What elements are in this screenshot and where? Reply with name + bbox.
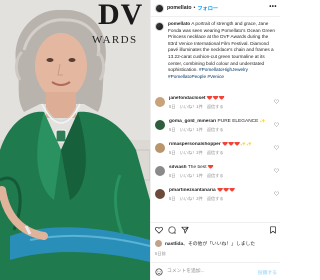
- caption-text-block: pomellato A portrait of strength and gra…: [168, 21, 276, 80]
- commenter-avatar[interactable]: [155, 189, 165, 199]
- comment-username[interactable]: rimaspersonalshopper: [169, 142, 221, 147]
- reply-button[interactable]: 返信する: [207, 104, 224, 109]
- comment-time: 5日: [169, 196, 176, 202]
- comment-username[interactable]: janefondacloset: [169, 96, 206, 101]
- commenter-avatar[interactable]: [155, 143, 165, 153]
- post-photo[interactable]: DV WARDS: [0, 0, 150, 280]
- commenter-avatar[interactable]: [155, 120, 165, 130]
- reply-button[interactable]: 返信する: [207, 196, 224, 201]
- comment-username[interactable]: goma_gold_minerari: [169, 119, 216, 124]
- backdrop-text: WARDS: [92, 34, 138, 46]
- follow-button[interactable]: フォロー: [197, 5, 218, 12]
- header-username[interactable]: pomellato: [167, 5, 192, 11]
- heart-outline-icon[interactable]: [155, 226, 163, 234]
- comment-text: ❤️❤️❤️✨✨: [222, 142, 252, 147]
- comment-likes[interactable]: いいね！1件: [180, 104, 203, 109]
- post-side-panel: pomellato • フォロー ••• pomellato A portrai…: [150, 0, 280, 280]
- comment-likes[interactable]: いいね！1件: [180, 173, 203, 178]
- caption-avatar[interactable]: [155, 22, 164, 31]
- comment-time: 5日: [169, 173, 176, 179]
- comment-text: ❤️❤️❤️: [217, 188, 235, 193]
- add-comment-bar: 投稿する: [151, 262, 280, 280]
- more-horizontal-icon[interactable]: •••: [269, 4, 277, 10]
- comment-heart-icon[interactable]: [274, 122, 279, 127]
- post-actions: [151, 222, 280, 236]
- post-date: 5日前: [155, 251, 166, 256]
- comment-time: 5日: [169, 104, 176, 110]
- comment-likes[interactable]: いいね！2件: [180, 196, 203, 201]
- instagram-post: DV WARDS pomellato • フォロー ••• pomellato …: [0, 0, 280, 280]
- comment-heart-icon[interactable]: [274, 99, 279, 104]
- header-separator: •: [193, 5, 196, 11]
- backdrop-logo: DV: [98, 0, 144, 31]
- post-comment-button[interactable]: 投稿する: [258, 269, 277, 276]
- comment-text: ❤️❤️❤️: [206, 96, 225, 101]
- comment-input[interactable]: [167, 266, 259, 277]
- comment-text: The best ❤️: [187, 165, 214, 170]
- comment-likes[interactable]: いいね！1件: [180, 127, 203, 132]
- comment-item: rimaspersonalshopper ❤️❤️❤️✨✨ 5日 いいね！2件 返信…: [155, 142, 279, 165]
- comment-item: silviash The best ❤️ 5日 いいね！1件 返信する: [155, 165, 279, 188]
- likes-suffix: 、その他が「いいね！」しました: [183, 242, 256, 247]
- post-header: pomellato • フォロー •••: [151, 0, 280, 17]
- comments-list: janefondacloset ❤️❤️❤️ 5日 いいね！1件 返信する goma…: [155, 96, 279, 211]
- comment-heart-icon[interactable]: [274, 191, 279, 196]
- bookmark-icon[interactable]: [269, 226, 277, 234]
- comment-likes[interactable]: いいね！2件: [180, 150, 203, 155]
- paper-plane-icon[interactable]: [181, 226, 189, 234]
- likes-summary: nastlida、その他が「いいね！」しました: [155, 240, 279, 247]
- emoji-smile-icon[interactable]: [155, 267, 163, 276]
- comment-username[interactable]: pmartinezsantanaria: [169, 188, 216, 193]
- comment-heart-icon[interactable]: [274, 168, 279, 173]
- comment-item: janefondacloset ❤️❤️❤️ 5日 いいね！1件 返信する: [155, 96, 279, 119]
- comment-item: goma_gold_minerari PURE ELEGANCE ✨ 5日 いいね…: [155, 119, 279, 142]
- commenter-avatar[interactable]: [155, 97, 165, 107]
- likes-text[interactable]: nastlida、その他が「いいね！」しました: [165, 240, 255, 247]
- reply-button[interactable]: 返信する: [207, 173, 224, 178]
- comment-bubble-icon[interactable]: [168, 225, 176, 234]
- comment-text: PURE ELEGANCE ✨: [217, 119, 266, 124]
- caption-body: A portrait of strength and grace, Jane F…: [168, 21, 275, 73]
- caption-username[interactable]: pomellato: [168, 21, 190, 26]
- comment-time: 5日: [169, 150, 176, 156]
- reply-button[interactable]: 返信する: [207, 150, 224, 155]
- liker-avatar[interactable]: [155, 240, 162, 247]
- comment-username[interactable]: silviash: [169, 165, 187, 170]
- comment-time: 5日: [169, 127, 176, 133]
- comment-heart-icon[interactable]: [274, 145, 279, 150]
- reply-button[interactable]: 返信する: [207, 127, 224, 132]
- comment-item: pmartinezsantanaria ❤️❤️❤️ 5日 いいね！2件 返信する: [155, 188, 279, 211]
- brand-avatar[interactable]: [155, 3, 164, 13]
- liker-username[interactable]: nastlida: [165, 242, 183, 247]
- post-caption: pomellato A portrait of strength and gra…: [155, 21, 279, 80]
- commenter-avatar[interactable]: [155, 166, 165, 176]
